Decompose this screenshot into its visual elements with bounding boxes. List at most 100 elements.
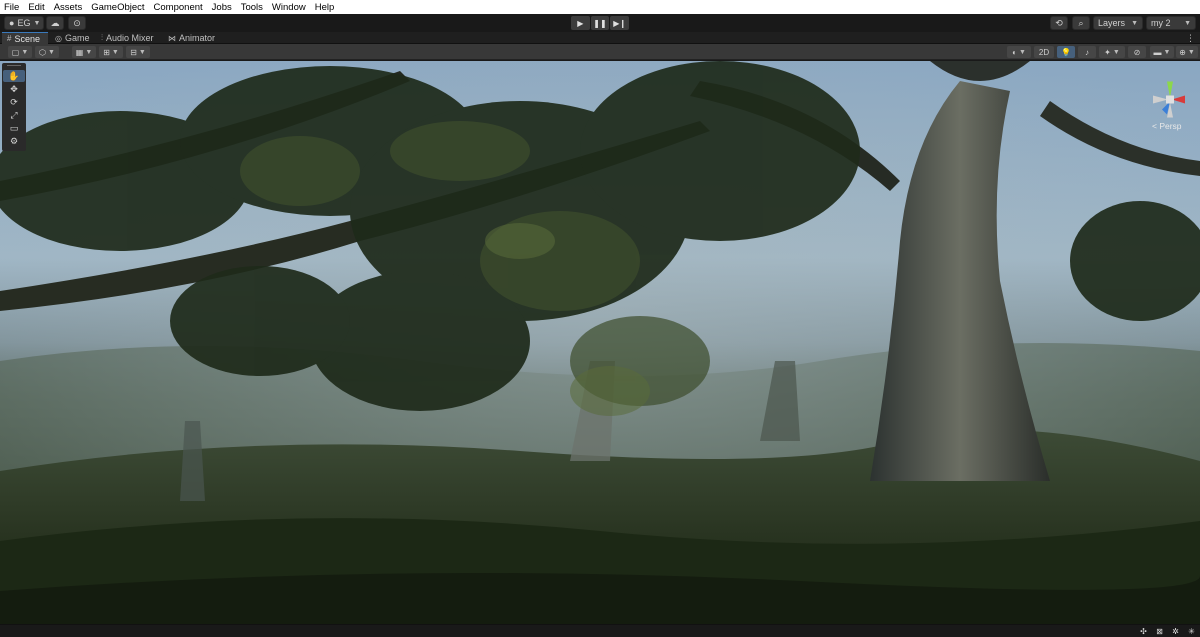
chevron-down-icon: ▼ — [1187, 48, 1195, 56]
chevron-down-icon: ▼ — [48, 48, 55, 56]
menu-jobs[interactable]: Jobs — [212, 2, 232, 13]
scale-icon: ⤢ — [10, 109, 18, 120]
pause-icon: ❚❚ — [593, 18, 607, 28]
projection-label[interactable]: < Persp — [1152, 121, 1182, 131]
step-icon: ▶❙ — [613, 18, 627, 28]
layout-dropdown[interactable]: my 2 ▼ — [1146, 16, 1196, 30]
shading-mode-dropdown[interactable]: ◐ ▼ — [1007, 46, 1031, 58]
tab-scene[interactable]: # Scene — [2, 32, 48, 44]
tab-animator-label: Animator — [179, 33, 216, 43]
transform-icon: ⚙ — [9, 135, 19, 146]
chevron-down-icon: ▼ — [1163, 48, 1171, 56]
effects-dropdown[interactable]: ✦ ▼ — [1099, 46, 1125, 58]
menu-gameobject[interactable]: GameObject — [91, 2, 144, 13]
globe-icon: ⊕ — [1179, 47, 1186, 57]
ruler-icon: ⊟ — [130, 47, 137, 57]
menu-window[interactable]: Window — [272, 2, 306, 13]
audio-icon: ♪ — [1085, 47, 1089, 57]
camera-dropdown[interactable]: ▬ ▼ — [1150, 46, 1174, 58]
search-icon: ⌕ — [1078, 17, 1084, 28]
play-controls: ▶ ❚❚ ▶❙ — [571, 16, 630, 30]
chevron-down-icon: ▼ — [1112, 48, 1120, 56]
rotate-icon: ⟳ — [10, 96, 18, 107]
tab-audio-mixer[interactable]: ⫶ Audio Mixer — [96, 32, 160, 44]
scene-visibility-toggle[interactable]: ⊘ — [1128, 46, 1146, 58]
gizmo-center-cube[interactable] — [1166, 95, 1174, 104]
step-button[interactable]: ▶❙ — [610, 16, 630, 30]
forest-scene-image — [0, 61, 1200, 624]
play-icon: ▶ — [577, 18, 584, 28]
pause-button[interactable]: ❚❚ — [590, 16, 610, 30]
more-vertical-icon: ⋮ — [1186, 32, 1195, 43]
move-icon: ✥ — [10, 83, 18, 94]
scene-icon: # — [7, 34, 12, 43]
audio-mixer-icon: ⫶ — [101, 33, 103, 42]
mode-2d-toggle[interactable]: 2D — [1034, 46, 1054, 58]
search-button[interactable]: ⌕ — [1072, 16, 1090, 30]
rect-icon: ▭ — [9, 122, 19, 133]
history-icon: ⟲ — [1055, 17, 1063, 28]
status-bar: ✣ ⊠ ✲ ✳ — [0, 624, 1200, 637]
collab-button[interactable]: ⊙ — [68, 16, 86, 30]
animator-icon: ⋈ — [168, 33, 176, 43]
tab-audio-mixer-label: Audio Mixer — [106, 33, 154, 43]
bug-icon[interactable]: ✳ — [1187, 627, 1196, 636]
sphere-icon: ◐ — [1012, 47, 1017, 57]
draw-mode-dropdown[interactable]: ▢ ▼ — [8, 46, 32, 58]
progress-icon[interactable]: ✣ — [1139, 627, 1148, 636]
collab-icon: ⊙ — [73, 17, 81, 28]
shading-dropdown[interactable]: ⬡ ▼ — [35, 46, 59, 58]
eye-slash-icon: ⊘ — [1133, 47, 1141, 57]
chevron-down-icon: ▼ — [1018, 48, 1026, 56]
scale-tool-button[interactable]: ⤢ — [3, 109, 25, 121]
cloud-button[interactable]: ☁ — [46, 16, 64, 30]
gizmos-dropdown[interactable]: ⊕ ▼ — [1176, 46, 1198, 58]
scene-viewport[interactable] — [0, 61, 1200, 624]
cache-server-icon[interactable]: ⊠ — [1155, 627, 1164, 636]
undo-history-button[interactable]: ⟲ — [1050, 16, 1068, 30]
tab-animator[interactable]: ⋈ Animator — [163, 32, 219, 44]
hand-icon: ✋ — [8, 70, 20, 81]
increment-snap-dropdown[interactable]: ⊟ ▼ — [126, 46, 150, 58]
hand-tool-button[interactable]: ✋ — [3, 70, 25, 82]
palette-grip[interactable] — [7, 65, 21, 68]
transform-tool-button[interactable]: ⚙ — [3, 135, 25, 147]
lighting-toggle[interactable]: 💡 — [1057, 46, 1075, 58]
rotate-tool-button[interactable]: ⟳ — [3, 96, 25, 108]
account-dropdown[interactable]: ● EG ▼ — [4, 16, 44, 30]
scene-toolbar: ▢ ▼ ⬡ ▼ ▦ ▼ ⊞ ▼ ⊟ ▼ ◐ ▼ 2D 💡 ♪ ✦ ▼ ⊘ ▬ ▼ ⊕ ▼ — [0, 44, 1200, 60]
mode-2d-label: 2D — [1038, 47, 1050, 57]
menu-assets[interactable]: Assets — [54, 2, 83, 13]
chevron-down-icon: ▼ — [33, 19, 41, 27]
grid-dropdown[interactable]: ▦ ▼ — [72, 46, 96, 58]
chevron-down-icon: ▼ — [85, 48, 93, 56]
snap-icon: ⊞ — [103, 47, 110, 57]
cloud-icon: ☁ — [50, 17, 60, 28]
menu-file[interactable]: File — [4, 2, 19, 13]
menu-tools[interactable]: Tools — [241, 2, 263, 13]
chevron-down-icon: ▼ — [21, 48, 29, 56]
menu-component[interactable]: Component — [154, 2, 203, 13]
tab-game-label: Game — [64, 33, 90, 43]
debug-icon[interactable]: ✲ — [1171, 627, 1180, 636]
camera-icon: ▬ — [1153, 47, 1162, 57]
snap-dropdown[interactable]: ⊞ ▼ — [99, 46, 123, 58]
menu-edit[interactable]: Edit — [28, 2, 44, 13]
tab-options-button[interactable]: ⋮ — [1186, 32, 1198, 44]
draw-mode-icon: ▢ — [11, 47, 20, 57]
account-icon: ● — [9, 18, 15, 28]
rect-tool-button[interactable]: ▭ — [3, 122, 25, 134]
audio-toggle[interactable]: ♪ — [1078, 46, 1096, 58]
main-toolbar: ● EG ▼ ☁ ⊙ ▶ ❚❚ ▶❙ ⟲ ⌕ Layers ▼ my 2 ▼ — [0, 14, 1200, 32]
gizmo-y-axis[interactable] — [1167, 81, 1173, 98]
menu-help[interactable]: Help — [315, 2, 335, 13]
play-button[interactable]: ▶ — [571, 16, 590, 30]
tab-scene-label: Scene — [14, 33, 40, 44]
chevron-down-icon: ▼ — [1131, 19, 1138, 27]
move-tool-button[interactable]: ✥ — [3, 83, 25, 95]
tab-game[interactable]: ◎ Game — [50, 32, 94, 44]
layers-dropdown[interactable]: Layers ▼ — [1093, 16, 1143, 30]
cube-icon: ⬡ — [39, 47, 47, 57]
gizmo-neg-x-axis[interactable] — [1153, 95, 1168, 104]
tools-palette: ✋ ✥ ⟳ ⤢ ▭ ⚙ — [2, 63, 26, 151]
